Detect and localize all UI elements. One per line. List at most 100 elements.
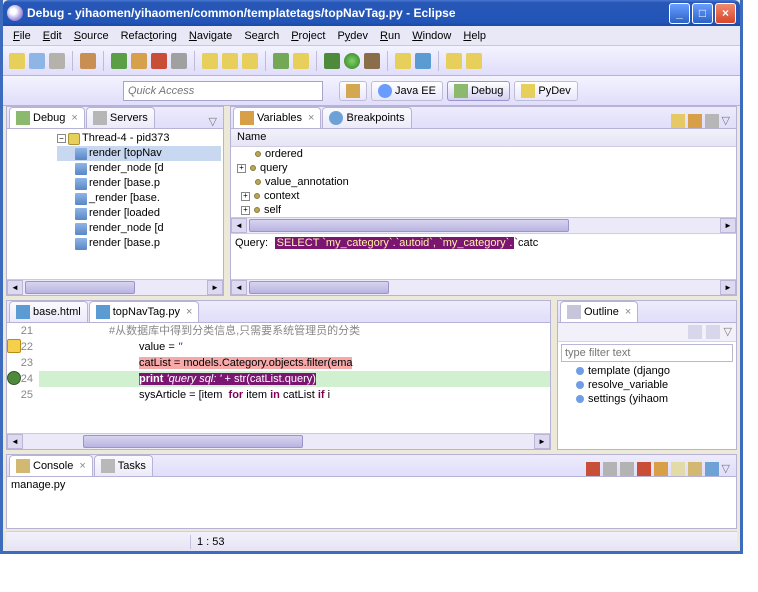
pin-console-icon[interactable] — [671, 462, 685, 476]
console-output[interactable]: manage.py — [7, 477, 736, 528]
menu-run[interactable]: Run — [374, 28, 406, 44]
new-icon[interactable] — [9, 53, 25, 69]
terminate-icon[interactable] — [151, 53, 167, 69]
stack-frame[interactable]: render [loaded — [89, 206, 160, 221]
menu-edit[interactable]: Edit — [37, 28, 68, 44]
use-step-filters-icon[interactable] — [293, 53, 309, 69]
stack-frame[interactable]: render [base.p — [89, 236, 160, 251]
display-selected-icon[interactable] — [688, 462, 702, 476]
step-into-icon[interactable] — [202, 53, 218, 69]
disconnect-icon[interactable] — [171, 53, 187, 69]
stack-frame[interactable]: render_node [d — [89, 221, 164, 236]
collapse-icon[interactable]: − — [57, 134, 66, 143]
tab-topnavtag[interactable]: topNavTag.py× — [89, 301, 200, 322]
step-over-icon[interactable] — [222, 53, 238, 69]
menu-refactoring[interactable]: Refactoring — [115, 28, 183, 44]
menu-search[interactable]: Search — [238, 28, 285, 44]
code-editor[interactable]: 21 22 23 24 25 #从数据库中得到分类信息,只需要系统管理员的分类 … — [7, 323, 550, 449]
menu-window[interactable]: Window — [406, 28, 457, 44]
collapse-all-icon[interactable] — [705, 114, 719, 128]
forward-icon[interactable] — [466, 53, 482, 69]
variable-row[interactable]: value_annotation — [231, 175, 736, 189]
sort-icon[interactable] — [688, 325, 702, 339]
close-icon[interactable]: × — [186, 306, 192, 318]
clear-icon[interactable] — [637, 462, 651, 476]
search-icon[interactable] — [415, 53, 431, 69]
variable-row[interactable]: +query — [231, 161, 736, 175]
horizontal-scrollbar[interactable]: ◄► — [7, 433, 550, 449]
step-return-icon[interactable] — [242, 53, 258, 69]
stack-frame[interactable]: render_node [d — [89, 161, 164, 176]
view-menu-icon[interactable]: ▽ — [722, 114, 730, 128]
stack-frame[interactable]: render [topNav — [89, 146, 162, 161]
menu-project[interactable]: Project — [285, 28, 331, 44]
variable-row[interactable]: ordered — [231, 147, 736, 161]
debug-icon[interactable] — [324, 53, 340, 69]
tab-base-html[interactable]: base.html — [9, 301, 88, 322]
horizontal-scrollbar[interactable]: ◄► — [231, 279, 736, 295]
terminate-icon[interactable] — [586, 462, 600, 476]
hide-fields-icon[interactable] — [706, 325, 720, 339]
open-console-icon[interactable] — [705, 462, 719, 476]
outline-item[interactable]: resolve_variable — [558, 378, 736, 392]
new-server-icon[interactable] — [395, 53, 411, 69]
close-icon[interactable]: × — [625, 306, 631, 318]
save-all-icon[interactable] — [49, 53, 65, 69]
drop-to-frame-icon[interactable] — [273, 53, 289, 69]
open-perspective-button[interactable] — [339, 81, 367, 101]
menu-pydev[interactable]: Pydev — [331, 28, 374, 44]
close-icon[interactable]: × — [308, 112, 314, 124]
view-menu-icon[interactable]: ▽ — [722, 462, 730, 476]
tab-console[interactable]: Console× — [9, 455, 93, 476]
back-icon[interactable] — [446, 53, 462, 69]
menu-source[interactable]: Source — [68, 28, 115, 44]
close-icon[interactable]: × — [71, 112, 77, 124]
perspective-debug[interactable]: Debug — [447, 81, 510, 101]
suspend-icon[interactable] — [131, 53, 147, 69]
expand-icon[interactable]: + — [241, 206, 250, 215]
variable-row[interactable]: +self — [231, 203, 736, 217]
thread-label[interactable]: Thread-4 - pid373 — [82, 131, 169, 146]
query-value[interactable]: SELECT `my_category`.`autoid`, `my_categ… — [275, 237, 515, 249]
variable-row[interactable]: +context — [231, 189, 736, 203]
outline-filter-input[interactable] — [561, 344, 733, 362]
menu-help[interactable]: Help — [457, 28, 492, 44]
menu-file[interactable]: File — [7, 28, 37, 44]
perspective-java-ee[interactable]: Java EE — [371, 81, 443, 101]
maximize-button[interactable]: □ — [692, 3, 713, 24]
warning-icon[interactable] — [7, 339, 21, 353]
tab-tasks[interactable]: Tasks — [94, 455, 153, 476]
perspective-pydev[interactable]: PyDev — [514, 81, 577, 101]
column-header-name[interactable]: Name — [231, 129, 736, 147]
view-menu-icon[interactable]: ▽ — [209, 115, 217, 128]
run-last-icon[interactable] — [364, 53, 380, 69]
tab-variables[interactable]: Variables× — [233, 107, 321, 128]
breakpoint-icon[interactable] — [7, 371, 21, 385]
close-button[interactable]: × — [715, 3, 736, 24]
horizontal-scrollbar[interactable]: ◄► — [231, 217, 736, 233]
stack-frame[interactable]: _render [base. — [89, 191, 160, 206]
tab-outline[interactable]: Outline× — [560, 301, 638, 322]
expand-icon[interactable]: + — [241, 192, 250, 201]
outline-item[interactable]: settings (yihaom — [558, 392, 736, 406]
minimize-button[interactable]: _ — [669, 3, 690, 24]
tab-debug[interactable]: Debug× — [9, 107, 85, 128]
stack-frame[interactable]: render [base.p — [89, 176, 160, 191]
resume-icon[interactable] — [111, 53, 127, 69]
run-icon[interactable] — [344, 53, 360, 69]
scroll-lock-icon[interactable] — [654, 462, 668, 476]
remove-all-icon[interactable] — [620, 462, 634, 476]
show-type-names-icon[interactable] — [671, 114, 685, 128]
quick-access-input[interactable] — [123, 81, 323, 101]
show-logical-icon[interactable] — [688, 114, 702, 128]
view-menu-icon[interactable]: ▽ — [724, 325, 732, 339]
menu-navigate[interactable]: Navigate — [183, 28, 238, 44]
save-icon[interactable] — [29, 53, 45, 69]
outline-item[interactable]: template (django — [558, 364, 736, 378]
tab-breakpoints[interactable]: Breakpoints — [322, 107, 411, 128]
tab-servers[interactable]: Servers — [86, 107, 155, 128]
skip-breakpoints-icon[interactable] — [80, 53, 96, 69]
remove-launch-icon[interactable] — [603, 462, 617, 476]
expand-icon[interactable]: + — [237, 164, 246, 173]
close-icon[interactable]: × — [79, 460, 85, 472]
